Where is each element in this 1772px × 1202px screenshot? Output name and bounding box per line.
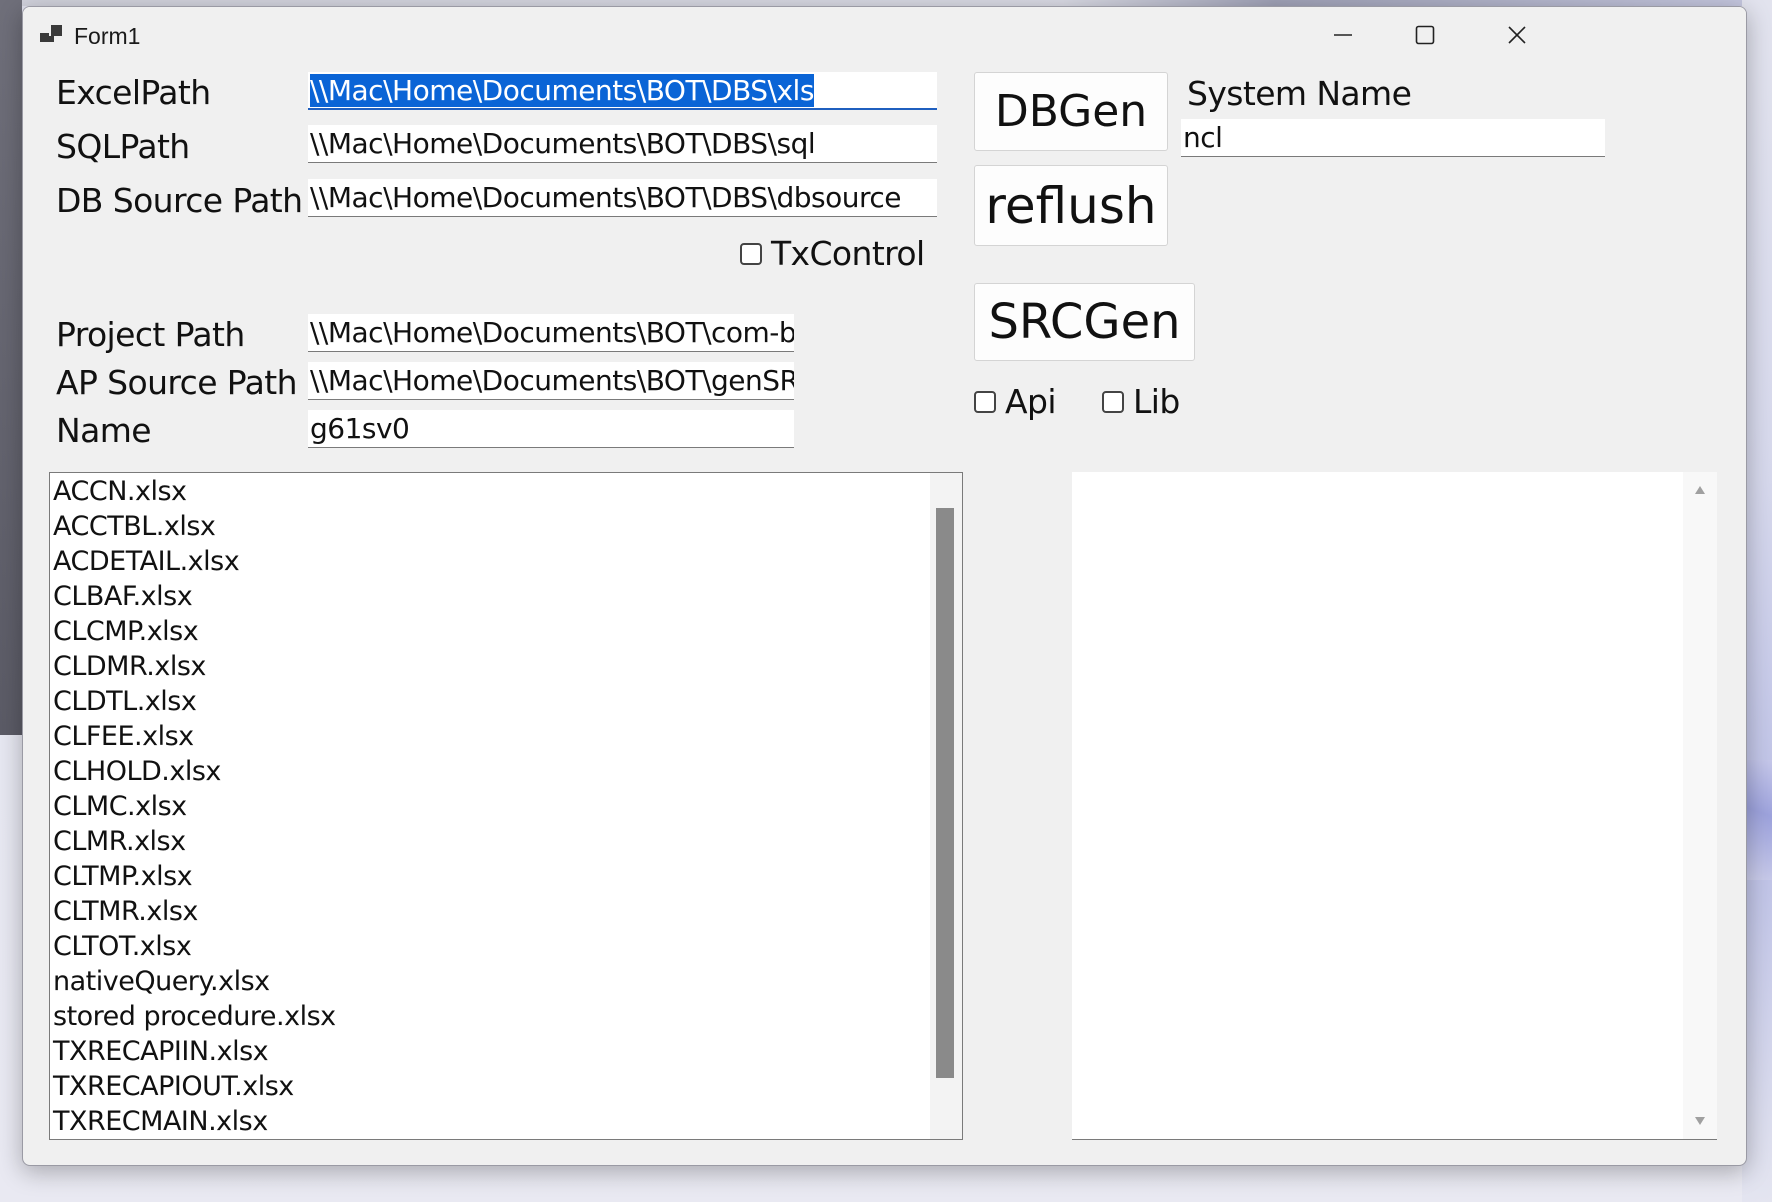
scroll-up-arrow-icon[interactable] <box>1694 484 1706 496</box>
project-path-input[interactable]: \\Mac\Home\Documents\BOT\com-b <box>308 314 794 352</box>
ap-source-path-value: \\Mac\Home\Documents\BOT\genSR( <box>310 364 794 397</box>
sql-path-value: \\Mac\Home\Documents\BOT\DBS\sql <box>310 127 816 160</box>
excel-path-input[interactable]: \\Mac\Home\Documents\BOT\DBS\xls <box>308 72 937 110</box>
form-window: Form1 ExcelPath SQLPath DB Source Path P… <box>22 6 1747 1166</box>
scroll-down-arrow-icon[interactable] <box>1694 1115 1706 1127</box>
api-checkbox-box[interactable] <box>974 390 996 413</box>
api-label: Api <box>1005 382 1056 421</box>
list-item[interactable]: CLTMR.xlsx <box>53 896 198 927</box>
list-item[interactable]: CLMR.xlsx <box>53 826 186 857</box>
system-name-value: ncl <box>1183 121 1223 154</box>
minimize-icon <box>1332 24 1354 46</box>
list-item[interactable]: CLBAF.xlsx <box>53 581 193 612</box>
list-item[interactable]: TXRECAPIIN.xlsx <box>53 1036 269 1067</box>
srcgen-button[interactable]: SRCGen <box>974 283 1195 361</box>
system-name-input[interactable]: ncl <box>1181 119 1605 157</box>
list-item[interactable]: CLDMR.xlsx <box>53 651 206 682</box>
sql-path-label: SQLPath <box>56 127 190 166</box>
file-list-scrollbar-thumb[interactable] <box>936 508 954 1078</box>
list-item[interactable]: ACCTBL.xlsx <box>53 511 216 542</box>
maximize-icon <box>1414 24 1436 46</box>
txcontrol-checkbox-box[interactable] <box>740 242 762 265</box>
list-item[interactable]: CLTMP.xlsx <box>53 861 193 892</box>
file-list-scrollbar[interactable] <box>930 473 962 1139</box>
list-item[interactable]: CLCMP.xlsx <box>53 616 199 647</box>
project-path-value: \\Mac\Home\Documents\BOT\com-b <box>310 316 794 349</box>
dbgen-button-label: DBGen <box>994 86 1148 137</box>
system-name-label: System Name <box>1187 74 1412 113</box>
desktop-background-left <box>0 0 22 735</box>
srcgen-button-label: SRCGen <box>988 294 1181 350</box>
db-source-path-label: DB Source Path <box>56 181 303 220</box>
db-source-path-value: \\Mac\Home\Documents\BOT\DBS\dbsource <box>310 181 902 214</box>
output-scrollbar[interactable] <box>1683 472 1717 1139</box>
excel-path-label: ExcelPath <box>56 73 211 112</box>
reflush-button-label: reflush <box>985 176 1157 235</box>
list-item[interactable]: CLTOT.xlsx <box>53 931 192 962</box>
db-source-path-input[interactable]: \\Mac\Home\Documents\BOT\DBS\dbsource <box>308 179 937 217</box>
list-item[interactable]: CLMC.xlsx <box>53 791 187 822</box>
output-textarea[interactable] <box>1072 472 1717 1140</box>
api-checkbox[interactable]: Api <box>974 382 1056 421</box>
txcontrol-checkbox[interactable]: TxControl <box>740 234 925 273</box>
excel-path-value: \\Mac\Home\Documents\BOT\DBS\xls <box>310 74 814 107</box>
close-button[interactable] <box>1492 17 1542 53</box>
txcontrol-label: TxControl <box>771 234 925 273</box>
minimize-button[interactable] <box>1318 17 1368 53</box>
lib-label: Lib <box>1133 382 1180 421</box>
list-item[interactable]: ACCN.xlsx <box>53 476 187 507</box>
list-item[interactable]: ACDETAIL.xlsx <box>53 546 240 577</box>
dbgen-button[interactable]: DBGen <box>974 72 1168 151</box>
title-bar[interactable]: Form1 <box>23 7 1746 63</box>
list-item[interactable]: CLDTL.xlsx <box>53 686 197 717</box>
list-item[interactable]: TXRECAPIOUT.xlsx <box>53 1071 294 1102</box>
ap-source-path-input[interactable]: \\Mac\Home\Documents\BOT\genSR( <box>308 362 794 400</box>
window-title: Form1 <box>74 23 141 49</box>
ap-source-path-label: AP Source Path <box>56 363 297 402</box>
lib-checkbox-box[interactable] <box>1102 390 1124 413</box>
name-value: g61sv0 <box>310 412 410 445</box>
name-input[interactable]: g61sv0 <box>308 410 794 448</box>
list-item[interactable]: stored procedure.xlsx <box>53 1001 336 1032</box>
reflush-button[interactable]: reflush <box>974 165 1168 246</box>
lib-checkbox[interactable]: Lib <box>1102 382 1180 421</box>
sql-path-input[interactable]: \\Mac\Home\Documents\BOT\DBS\sql <box>308 125 937 163</box>
list-item[interactable]: CLFEE.xlsx <box>53 721 194 752</box>
list-item[interactable]: CLHOLD.xlsx <box>53 756 221 787</box>
file-list[interactable]: ACCN.xlsx ACCTBL.xlsx ACDETAIL.xlsx CLBA… <box>49 472 963 1140</box>
project-path-label: Project Path <box>56 315 245 354</box>
maximize-button[interactable] <box>1400 17 1450 53</box>
list-item[interactable]: TXRECMAIN.xlsx <box>53 1106 268 1137</box>
list-item[interactable]: nativeQuery.xlsx <box>53 966 270 997</box>
close-icon <box>1506 24 1528 46</box>
app-icon <box>40 24 64 46</box>
name-label: Name <box>56 411 152 450</box>
